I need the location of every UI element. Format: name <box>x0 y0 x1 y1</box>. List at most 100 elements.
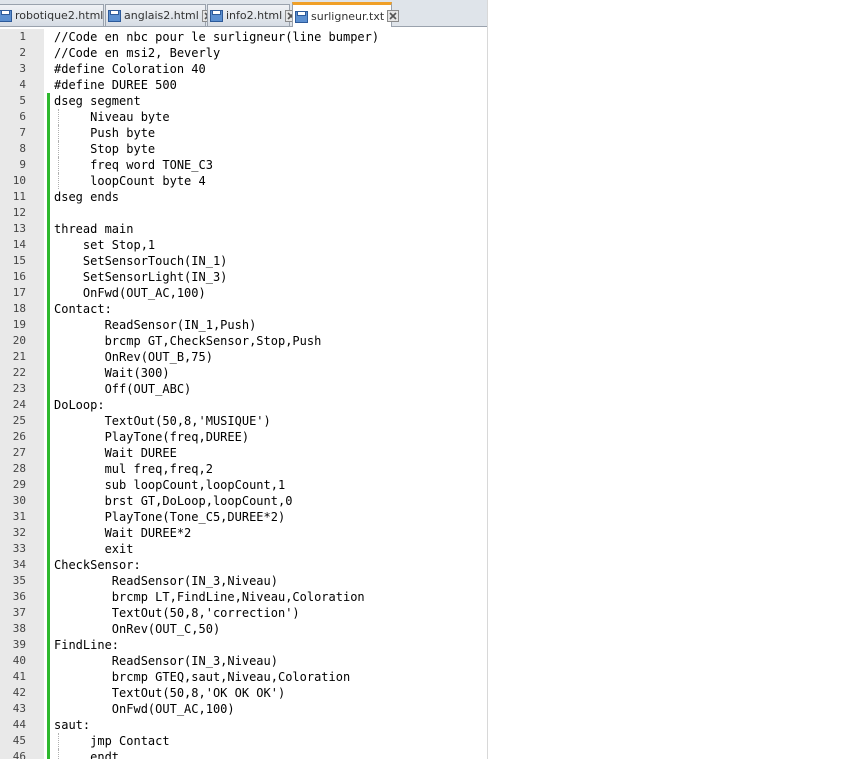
code-text[interactable]: Wait DUREE*2 <box>54 525 192 541</box>
code-text[interactable]: //Code en msi2, Beverly <box>54 45 220 61</box>
code-text[interactable]: ReadSensor(IN_3,Niveau) <box>54 653 278 669</box>
code-text[interactable]: freq word TONE_C3 <box>54 157 213 173</box>
code-text[interactable]: Stop byte <box>54 141 155 157</box>
code-text[interactable]: mul freq,freq,2 <box>54 461 213 477</box>
code-line[interactable]: 12 <box>0 205 487 221</box>
code-text[interactable]: PlayTone(freq,DUREE) <box>54 429 250 445</box>
code-text[interactable]: set Stop,1 <box>54 237 155 253</box>
code-line[interactable]: 44 saut: <box>0 717 487 733</box>
code-line[interactable]: 21 OnRev(OUT_B,75) <box>0 349 487 365</box>
code-line[interactable]: 22 Wait(300) <box>0 365 487 381</box>
code-text[interactable]: TextOut(50,8,'OK OK OK') <box>54 685 285 701</box>
code-text[interactable]: thread main <box>54 221 133 237</box>
code-line[interactable]: 6 Niveau byte <box>0 109 487 125</box>
code-line[interactable]: 30 brst GT,DoLoop,loopCount,0 <box>0 493 487 509</box>
code-text[interactable]: Niveau byte <box>54 109 169 125</box>
code-text[interactable]: FindLine: <box>54 637 119 653</box>
code-line[interactable]: 29 sub loopCount,loopCount,1 <box>0 477 487 493</box>
code-line[interactable]: 46 endt <box>0 749 487 759</box>
code-line[interactable]: 41 brcmp GTEQ,saut,Niveau,Coloration <box>0 669 487 685</box>
code-text[interactable]: brcmp GTEQ,saut,Niveau,Coloration <box>54 669 350 685</box>
code-line[interactable]: 19 ReadSensor(IN_1,Push) <box>0 317 487 333</box>
code-line[interactable]: 35 ReadSensor(IN_3,Niveau) <box>0 573 487 589</box>
line-number: 24 <box>12 398 26 411</box>
code-line[interactable]: 17 OnFwd(OUT_AC,100) <box>0 285 487 301</box>
tab-info2[interactable]: info2.html <box>207 4 298 26</box>
code-line[interactable]: 33 exit <box>0 541 487 557</box>
code-line[interactable]: 5 dseg segment <box>0 93 487 109</box>
code-lines[interactable]: 1 //Code en nbc pour le surligneur(line b… <box>0 29 487 759</box>
code-text[interactable]: exit <box>54 541 134 557</box>
code-text[interactable]: OnFwd(OUT_AC,100) <box>54 701 235 717</box>
code-line[interactable]: 8 Stop byte <box>0 141 487 157</box>
code-line[interactable]: 13 thread main <box>0 221 487 237</box>
code-line[interactable]: 31 PlayTone(Tone_C5,DUREE*2) <box>0 509 487 525</box>
code-text[interactable]: saut: <box>54 717 90 733</box>
code-text[interactable]: jmp Contact <box>54 733 169 749</box>
code-line[interactable]: 16 SetSensorLight(IN_3) <box>0 269 487 285</box>
code-line[interactable]: 2 //Code en msi2, Beverly <box>0 45 487 61</box>
code-text[interactable]: #define DUREE 500 <box>54 77 177 93</box>
code-text[interactable]: #define Coloration 40 <box>54 61 206 77</box>
code-text[interactable]: dseg ends <box>54 189 119 205</box>
code-line[interactable]: 1 //Code en nbc pour le surligneur(line b… <box>0 29 487 45</box>
code-text[interactable]: Wait DUREE <box>54 445 177 461</box>
code-line[interactable]: 10 loopCount byte 4 <box>0 173 487 189</box>
code-line[interactable]: 26 PlayTone(freq,DUREE) <box>0 429 487 445</box>
code-text[interactable]: Off(OUT_ABC) <box>54 381 192 397</box>
code-text[interactable]: OnRev(OUT_C,50) <box>54 621 220 637</box>
code-text[interactable]: PlayTone(Tone_C5,DUREE*2) <box>54 509 286 525</box>
code-text[interactable]: TextOut(50,8,'correction') <box>54 605 300 621</box>
code-text[interactable]: Contact: <box>54 301 112 317</box>
tab-anglais2[interactable]: anglais2.html <box>105 4 214 26</box>
code-text[interactable]: dseg segment <box>54 93 141 109</box>
code-line[interactable]: 45 jmp Contact <box>0 733 487 749</box>
code-line[interactable]: 36 brcmp LT,FindLine,Niveau,Coloration <box>0 589 487 605</box>
code-text[interactable]: brcmp GT,CheckSensor,Stop,Push <box>54 333 322 349</box>
code-line[interactable]: 20 brcmp GT,CheckSensor,Stop,Push <box>0 333 487 349</box>
code-line[interactable]: 11 dseg ends <box>0 189 487 205</box>
code-line[interactable]: 39 FindLine: <box>0 637 487 653</box>
code-text[interactable]: TextOut(50,8,'MUSIQUE') <box>54 413 271 429</box>
code-text[interactable]: //Code en nbc pour le surligneur(line bu… <box>54 29 379 45</box>
code-text[interactable]: endt <box>54 749 119 759</box>
code-line[interactable]: 14 set Stop,1 <box>0 237 487 253</box>
code-text[interactable]: ReadSensor(IN_3,Niveau) <box>54 573 278 589</box>
close-icon[interactable] <box>387 10 400 22</box>
line-number: 39 <box>12 638 26 651</box>
code-line[interactable]: 28 mul freq,freq,2 <box>0 461 487 477</box>
code-line[interactable]: 37 TextOut(50,8,'correction') <box>0 605 487 621</box>
code-text[interactable]: SetSensorTouch(IN_1) <box>54 253 228 269</box>
code-text[interactable]: loopCount byte 4 <box>54 173 206 189</box>
code-line[interactable]: 15 SetSensorTouch(IN_1) <box>0 253 487 269</box>
tab-surligneur[interactable]: surligneur.txt <box>292 2 400 27</box>
code-text[interactable]: brst GT,DoLoop,loopCount,0 <box>54 493 293 509</box>
code-line[interactable]: 9 freq word TONE_C3 <box>0 157 487 173</box>
tab-robotique2[interactable]: robotique2.html <box>0 4 119 26</box>
code-line[interactable]: 38 OnRev(OUT_C,50) <box>0 621 487 637</box>
code-text[interactable]: Wait(300) <box>54 365 170 381</box>
code-line[interactable]: 25 TextOut(50,8,'MUSIQUE') <box>0 413 487 429</box>
code-line[interactable]: 43 OnFwd(OUT_AC,100) <box>0 701 487 717</box>
code-line[interactable]: 32 Wait DUREE*2 <box>0 525 487 541</box>
code-text[interactable]: Push byte <box>54 125 155 141</box>
code-line[interactable]: 4 #define DUREE 500 <box>0 77 487 93</box>
code-area[interactable]: 1 //Code en nbc pour le surligneur(line b… <box>0 29 487 759</box>
code-line[interactable]: 7 Push byte <box>0 125 487 141</box>
code-line[interactable]: 24 DoLoop: <box>0 397 487 413</box>
code-line[interactable]: 3 #define Coloration 40 <box>0 61 487 77</box>
code-text[interactable]: sub loopCount,loopCount,1 <box>54 477 286 493</box>
code-line[interactable]: 23 Off(OUT_ABC) <box>0 381 487 397</box>
code-text[interactable]: ReadSensor(IN_1,Push) <box>54 317 257 333</box>
code-line[interactable]: 18 Contact: <box>0 301 487 317</box>
code-line[interactable]: 42 TextOut(50,8,'OK OK OK') <box>0 685 487 701</box>
code-line[interactable]: 27 Wait DUREE <box>0 445 487 461</box>
code-text[interactable]: SetSensorLight(IN_3) <box>54 269 228 285</box>
code-text[interactable]: DoLoop: <box>54 397 105 413</box>
code-text[interactable]: OnFwd(OUT_AC,100) <box>54 285 206 301</box>
code-text[interactable]: CheckSensor: <box>54 557 141 573</box>
code-text[interactable]: brcmp LT,FindLine,Niveau,Coloration <box>54 589 365 605</box>
code-line[interactable]: 40 ReadSensor(IN_3,Niveau) <box>0 653 487 669</box>
code-line[interactable]: 34 CheckSensor: <box>0 557 487 573</box>
code-text[interactable]: OnRev(OUT_B,75) <box>54 349 213 365</box>
